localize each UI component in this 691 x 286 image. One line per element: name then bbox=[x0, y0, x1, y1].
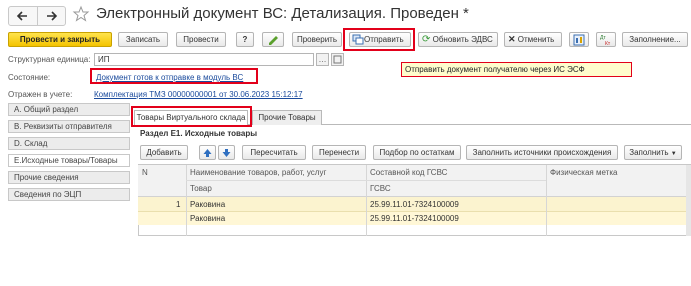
tab-other-goods[interactable]: Прочие Товары bbox=[252, 110, 322, 125]
post-and-close-button[interactable]: Провести и закрыть bbox=[8, 32, 112, 47]
nav-back-forward-group bbox=[8, 6, 66, 26]
header-split bbox=[186, 180, 546, 181]
fill-dropdown-button[interactable]: Заполнить ▼ bbox=[624, 145, 682, 160]
col-header-mark[interactable]: Физическая метка bbox=[550, 168, 617, 177]
send-tooltip-text: Отправить документ получателю через ИС Э… bbox=[405, 65, 585, 74]
row-code[interactable]: 25.99.11.01-7324100009 bbox=[370, 200, 459, 209]
col-header-code[interactable]: Составной код ГСВС bbox=[370, 168, 447, 177]
write-button[interactable]: Записать bbox=[118, 32, 168, 47]
dt-kt-button[interactable]: Дт Кт bbox=[596, 32, 616, 47]
nav-item-general[interactable]: А. Общий раздел bbox=[8, 103, 130, 116]
x-icon: ✕ bbox=[508, 34, 516, 45]
send-button-highlight bbox=[343, 28, 415, 51]
tab-highlight bbox=[131, 106, 252, 127]
recalculate-button[interactable]: Пересчитать bbox=[242, 145, 306, 160]
chevron-down-icon: ▼ bbox=[670, 151, 677, 157]
fill-sources-button[interactable]: Заполнить источники происхождения bbox=[466, 145, 618, 160]
unit-choose-button[interactable]: … bbox=[316, 53, 329, 66]
row-name[interactable]: Раковина bbox=[190, 200, 225, 209]
post-button[interactable]: Провести bbox=[176, 32, 226, 47]
page-title: Электронный документ ВС: Детализация. Пр… bbox=[96, 5, 469, 22]
col-divider bbox=[546, 197, 547, 225]
update-edvs-button[interactable]: ⟳ Обновить ЭДВС bbox=[418, 32, 498, 47]
fill-dropdown-label: Заполнить bbox=[629, 148, 669, 157]
report-icon bbox=[573, 34, 585, 46]
row-item-code[interactable]: 25.99.11.01-7324100009 bbox=[370, 214, 459, 223]
dt-kt-icon: Дт Кт bbox=[600, 35, 611, 46]
unit-label: Структурная единица: bbox=[8, 55, 91, 64]
nav-item-source-goods[interactable]: Е.Исходные товары/Товары bbox=[8, 154, 130, 167]
nav-item-other-info[interactable]: Прочие сведения bbox=[8, 171, 130, 184]
transfer-button[interactable]: Перенести bbox=[312, 145, 366, 160]
nav-item-sender[interactable]: В. Реквизиты отправителя bbox=[8, 120, 130, 133]
back-button[interactable] bbox=[9, 7, 38, 25]
unit-field[interactable]: ИП bbox=[94, 53, 314, 66]
arrow-down-icon bbox=[222, 149, 231, 157]
col-header-item[interactable]: Товар bbox=[190, 184, 212, 193]
send-tooltip: Отправить документ получателю через ИС Э… bbox=[401, 62, 632, 77]
col-header-n[interactable]: N bbox=[142, 168, 148, 177]
cancel-button[interactable]: ✕ Отменить bbox=[504, 32, 562, 47]
refresh-icon: ⟳ bbox=[422, 33, 431, 45]
forward-button[interactable] bbox=[37, 7, 65, 25]
star-icon bbox=[72, 5, 90, 22]
check-button[interactable]: Проверить bbox=[292, 32, 342, 47]
update-edvs-label: Обновить ЭДВС bbox=[432, 35, 493, 44]
state-highlight bbox=[90, 68, 258, 84]
report-button[interactable] bbox=[569, 32, 589, 47]
edit-button[interactable] bbox=[262, 32, 284, 47]
cancel-label: Отменить bbox=[517, 35, 555, 44]
unit-open-button[interactable] bbox=[331, 53, 344, 66]
col-divider bbox=[186, 197, 187, 225]
open-icon bbox=[333, 55, 342, 64]
select-by-stock-button[interactable]: Подбор по остаткам bbox=[373, 145, 461, 160]
arrow-up-icon bbox=[203, 149, 212, 157]
col-divider bbox=[366, 197, 367, 225]
nav-item-signature[interactable]: Сведения по ЭЦП bbox=[8, 188, 130, 201]
move-down-button[interactable] bbox=[218, 145, 235, 160]
help-button[interactable]: ? bbox=[236, 32, 254, 47]
arrow-left-icon bbox=[16, 11, 27, 21]
move-up-button[interactable] bbox=[199, 145, 216, 160]
favorite-star-button[interactable] bbox=[72, 5, 90, 23]
state-label: Состояние: bbox=[8, 73, 51, 82]
add-row-button[interactable]: Добавить bbox=[140, 145, 188, 160]
section-title: Раздел Е1. Исходные товары bbox=[140, 129, 258, 138]
row-item[interactable]: Раковина bbox=[190, 214, 225, 223]
nav-item-warehouse[interactable]: D. Склад bbox=[8, 137, 130, 150]
col-header-name[interactable]: Наименование товаров, работ, услуг bbox=[190, 168, 326, 177]
table-scrollbar[interactable] bbox=[686, 165, 691, 236]
col-header-code-sub[interactable]: ГСВС bbox=[370, 184, 391, 193]
reflected-label: Отражен в учете: bbox=[8, 90, 73, 99]
reflected-link[interactable]: Комплектация ТМЗ 00000000001 от 30.06.20… bbox=[94, 90, 303, 99]
fill-menu-button[interactable]: Заполнение... bbox=[622, 32, 688, 47]
row-number: 1 bbox=[176, 200, 181, 209]
arrow-right-icon bbox=[47, 11, 58, 21]
pencil-icon bbox=[269, 36, 278, 45]
svg-text:Кт: Кт bbox=[605, 41, 611, 46]
